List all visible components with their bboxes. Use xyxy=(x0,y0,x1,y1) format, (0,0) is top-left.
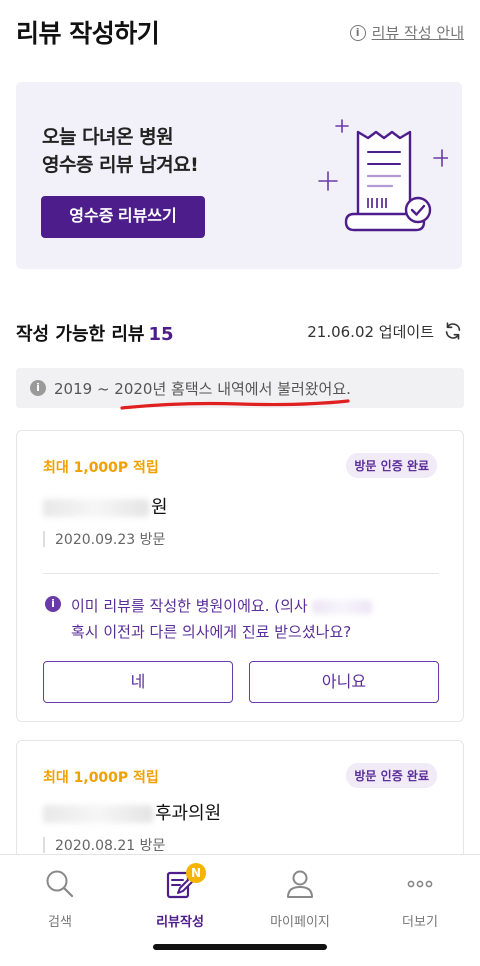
redacted-name xyxy=(43,499,149,517)
review-card[interactable]: 최대 1,000P 적립 방문 인증 완료 원 2020.09.23 방문 i … xyxy=(16,430,464,722)
card-divider xyxy=(43,573,439,574)
redacted-name xyxy=(43,805,153,823)
tab-search-label: 검색 xyxy=(48,915,72,930)
hospital-name-visible: 후과의원 xyxy=(155,803,222,824)
duplicate-review-question-line1: 이미 리뷰를 작성한 병원이에요. (의사 xyxy=(71,595,373,616)
review-card[interactable]: 최대 1,000P 적립 방문 인증 완료 후과의원 2020.08.21 방문 xyxy=(16,740,464,870)
home-indicator xyxy=(153,944,327,950)
tab-write-review[interactable]: N 리뷰작성 xyxy=(120,863,240,933)
verified-visit-badge: 방문 인증 완료 xyxy=(346,763,437,788)
page-title: 리뷰 작성하기 xyxy=(16,19,160,48)
new-badge: N xyxy=(186,863,206,883)
visit-date-text: 2020.08.21 방문 xyxy=(55,838,166,854)
tab-more-label: 더보기 xyxy=(402,915,438,930)
info-icon: i xyxy=(30,380,46,396)
review-count: 15 xyxy=(148,324,174,345)
receipt-illustration-icon xyxy=(318,119,448,232)
tab-more[interactable]: 더보기 xyxy=(360,863,480,933)
hospital-name-visible: 원 xyxy=(151,497,168,518)
receipt-review-banner: 오늘 다녀온 병원 영수증 리뷰 남겨요! 영수증 리뷰쓰기 xyxy=(16,82,462,269)
banner-line-1: 오늘 다녀온 병원 xyxy=(42,126,174,148)
notice-text: 2019 ~ 2020년 홈택스 내역에서 불러왔어요. xyxy=(54,379,351,398)
question-line1-text: 이미 리뷰를 작성한 병원이에요. (의사 xyxy=(71,597,308,615)
more-icon xyxy=(407,880,433,888)
reward-text: 최대 1,000P 적립 xyxy=(43,460,159,476)
review-guide-link[interactable]: i 리뷰 작성 안내 xyxy=(349,22,464,43)
verified-visit-badge: 방문 인증 완료 xyxy=(346,453,437,478)
update-refresh[interactable]: 21.06.02 업데이트 xyxy=(307,320,464,342)
visit-date: 2020.09.23 방문 xyxy=(43,529,165,549)
refresh-icon[interactable] xyxy=(442,320,464,342)
person-icon xyxy=(287,870,313,898)
section-title-label: 작성 가능한 리뷰 xyxy=(16,324,145,345)
write-receipt-review-button[interactable]: 영수증 리뷰쓰기 xyxy=(41,196,205,238)
search-icon xyxy=(46,870,74,898)
section-title: 작성 가능한 리뷰 15 xyxy=(16,320,174,346)
reward-text: 최대 1,000P 적립 xyxy=(43,770,159,786)
available-reviews-header: 작성 가능한 리뷰 15 21.06.02 업데이트 xyxy=(16,318,464,348)
redacted-doctor-name xyxy=(312,599,373,614)
banner-line-2: 영수증 리뷰 남겨요! xyxy=(42,154,199,176)
hospital-name: 후과의원 xyxy=(43,799,221,825)
tab-mypage[interactable]: 마이페이지 xyxy=(240,863,360,933)
info-icon: i xyxy=(349,24,366,41)
red-underline-annotation xyxy=(120,399,350,410)
tab-search[interactable]: 검색 xyxy=(0,863,120,933)
visit-date: 2020.08.21 방문 xyxy=(43,835,165,855)
tab-write-review-label: 리뷰작성 xyxy=(156,915,204,930)
visit-date-text: 2020.09.23 방문 xyxy=(55,532,166,548)
visit-divider xyxy=(43,531,45,547)
update-date: 21.06.02 업데이트 xyxy=(307,322,434,341)
review-guide-label: 리뷰 작성 안내 xyxy=(371,24,464,42)
info-icon: i xyxy=(45,596,61,612)
tab-mypage-label: 마이페이지 xyxy=(270,915,330,930)
duplicate-review-question-line2: 혹시 이전과 다른 의사에게 진료 받으셨나요? xyxy=(71,623,352,641)
no-button[interactable]: 아니요 xyxy=(249,661,439,703)
yes-button[interactable]: 네 xyxy=(43,661,233,703)
visit-divider xyxy=(43,837,45,853)
hospital-name: 원 xyxy=(43,493,168,519)
header: 리뷰 작성하기 i 리뷰 작성 안내 xyxy=(0,0,480,64)
